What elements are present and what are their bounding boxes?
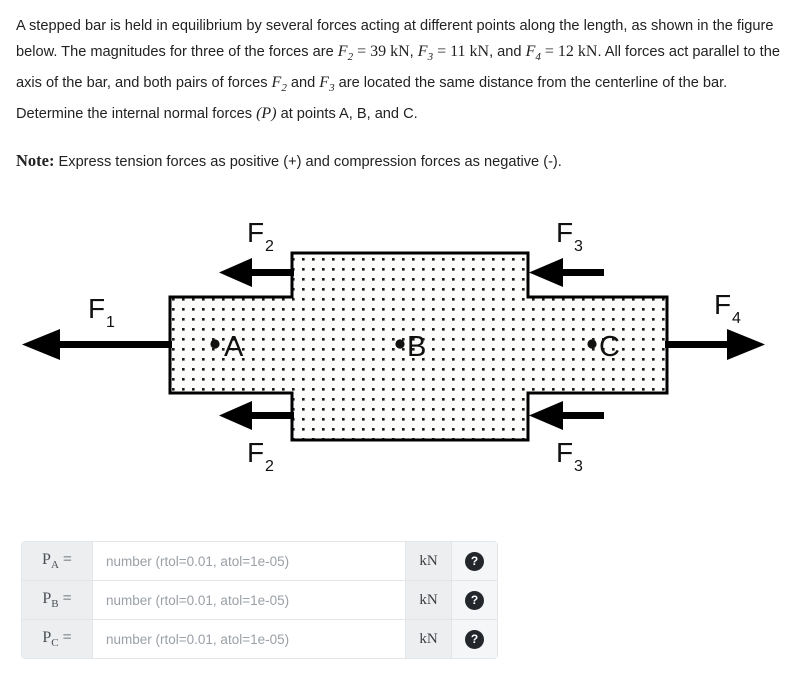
force-f1-label: F <box>88 293 105 324</box>
answer-input-pb-placeholder: number (rtol=0.01, atol=1e-05) <box>106 592 290 608</box>
help-cell-pc: ? <box>451 620 497 658</box>
answer-input-pa-placeholder: number (rtol=0.01, atol=1e-05) <box>106 553 290 569</box>
force-f2-bottom-arrow <box>219 401 294 430</box>
force-f4-arrow <box>665 329 765 360</box>
eq-3: = <box>544 43 554 60</box>
answer-input-pc-placeholder: number (rtol=0.01, atol=1e-05) <box>106 631 290 647</box>
table-row: PB = number (rtol=0.01, atol=1e-05) kN ? <box>22 581 497 620</box>
table-row: PA = number (rtol=0.01, atol=1e-05) kN ? <box>22 542 497 581</box>
force-f3-top-arrow <box>529 258 604 287</box>
force-f2-bottom-label: F <box>247 437 264 468</box>
point-b-label: B <box>407 331 426 363</box>
answer-input-pa[interactable]: number (rtol=0.01, atol=1e-05) <box>93 542 405 580</box>
comma-2: , and <box>489 44 526 60</box>
force-f2-symbol-2: F2 <box>271 74 287 95</box>
point-c-label: C <box>599 331 620 363</box>
problem-paragraph: A stepped bar is held in equilibrium by … <box>16 14 792 127</box>
force-f4-value: 12 kN <box>557 43 598 60</box>
force-f4-label: F <box>714 289 731 320</box>
help-icon[interactable]: ? <box>465 590 484 610</box>
upper-step-block <box>292 253 528 298</box>
force-f3-bottom-label: F <box>556 437 573 468</box>
force-f3-bottom-sublabel: 3 <box>574 458 583 475</box>
note-line: Note: Express tension forces as positive… <box>16 149 792 174</box>
lower-step-block <box>292 392 528 440</box>
comma-1: , <box>409 44 418 60</box>
force-f4-symbol: F4 <box>525 43 541 64</box>
answer-input-pb[interactable]: number (rtol=0.01, atol=1e-05) <box>93 581 405 619</box>
answer-label-pa-text: PA = <box>42 550 72 572</box>
force-f2-bottom-sublabel: 2 <box>265 458 274 475</box>
problem-text-5: at points A, B, and C. <box>276 106 418 123</box>
answer-unit-pa: kN <box>405 542 451 580</box>
force-f3-value: 11 kN <box>450 43 490 60</box>
problem-text-3: and <box>286 75 320 92</box>
force-f3-top-sublabel: 3 <box>574 238 583 255</box>
stepped-bar-figure: F 1 F 4 F 2 F 2 F 3 F 3 A B C <box>0 196 808 496</box>
force-f3-bottom-arrow <box>529 401 604 430</box>
eq-1: = <box>357 43 367 60</box>
note-text: Express tension forces as positive (+) a… <box>54 154 562 171</box>
answer-label-pa: PA = <box>22 542 93 580</box>
force-f4-sublabel: 4 <box>732 310 741 327</box>
force-f3-top-label: F <box>556 217 573 248</box>
eq-2: = <box>437 43 447 60</box>
help-icon[interactable]: ? <box>465 551 484 571</box>
answer-unit-pb: kN <box>405 581 451 619</box>
answer-label-pc: PC = <box>22 620 93 658</box>
answer-label-pb-text: PB = <box>42 589 72 611</box>
point-a-label: A <box>224 331 244 363</box>
answer-label-pc-text: PC = <box>42 628 72 650</box>
force-f2-value: 39 kN <box>370 43 410 60</box>
force-f1-sublabel: 1 <box>106 314 115 331</box>
force-f1-arrow <box>22 329 172 360</box>
answer-input-pc[interactable]: number (rtol=0.01, atol=1e-05) <box>93 620 405 658</box>
force-f2-symbol-1: F2 <box>337 43 354 64</box>
answer-label-pb: PB = <box>22 581 93 619</box>
force-f2-top-label: F <box>247 217 264 248</box>
force-f2-top-arrow <box>219 258 294 287</box>
table-row: PC = number (rtol=0.01, atol=1e-05) kN ? <box>22 620 497 658</box>
note-label: Note: <box>16 151 55 171</box>
force-f2-top-sublabel: 2 <box>265 238 274 255</box>
force-f3-symbol-2: F3 <box>319 74 335 95</box>
help-cell-pa: ? <box>451 542 497 580</box>
answer-table: PA = number (rtol=0.01, atol=1e-05) kN ?… <box>21 541 498 659</box>
problem-statement: A stepped bar is held in equilibrium by … <box>16 14 792 174</box>
normal-force-symbol: (P) <box>256 105 277 123</box>
help-icon[interactable]: ? <box>465 629 484 649</box>
answer-unit-pc: kN <box>405 620 451 658</box>
force-f3-symbol-1: F3 <box>417 43 434 64</box>
help-cell-pb: ? <box>451 581 497 619</box>
